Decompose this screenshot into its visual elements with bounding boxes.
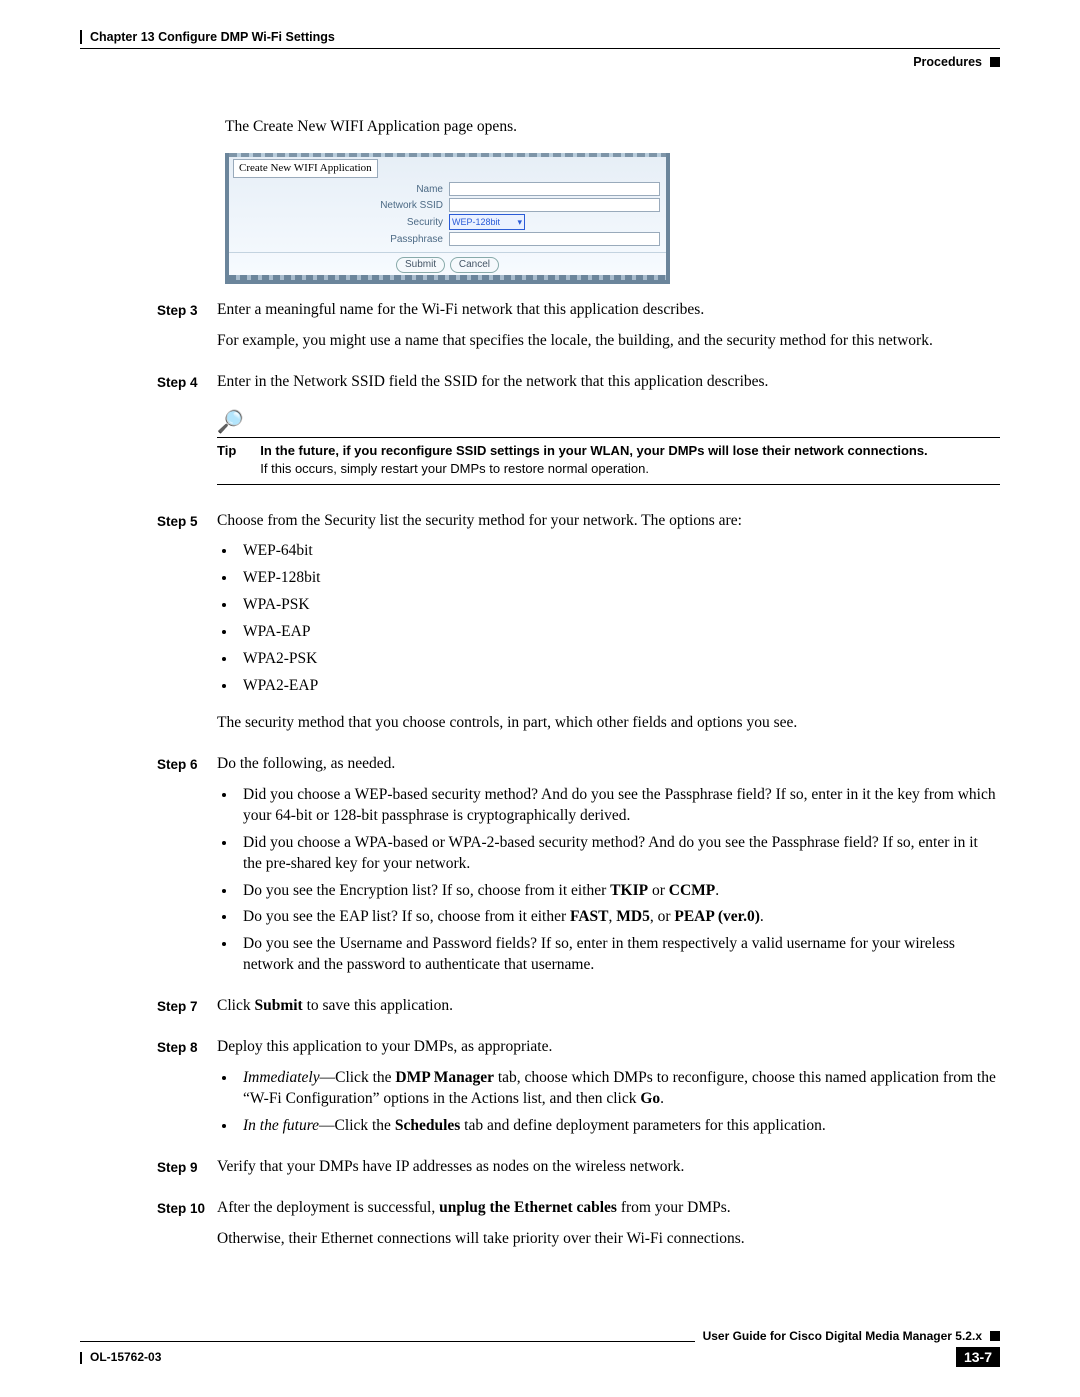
step-5-label: Step 5 <box>157 511 217 744</box>
list-item: WPA2-EAP <box>237 676 1000 697</box>
list-item: Immediately—Click the DMP Manager tab, c… <box>237 1068 1000 1110</box>
step-6-list: Did you choose a WEP-based security meth… <box>217 785 1000 976</box>
list-item: Do you see the EAP list? If so, choose f… <box>237 907 1000 928</box>
step-10-label: Step 10 <box>157 1198 217 1260</box>
page-footer: User Guide for Cisco Digital Media Manag… <box>80 1329 1000 1367</box>
chapter-title: Chapter 13 Configure DMP Wi-Fi Settings <box>90 30 335 44</box>
step-8-list: Immediately—Click the DMP Manager tab, c… <box>217 1068 1000 1137</box>
step-3-label: Step 3 <box>157 300 217 362</box>
field-ssid[interactable] <box>449 198 660 212</box>
security-options-list: WEP-64bit WEP-128bit WPA-PSK WPA-EAP WPA… <box>217 541 1000 697</box>
select-security[interactable]: WEP-128bit ▾ <box>449 214 525 230</box>
label-name: Name <box>235 183 445 197</box>
form-tab-title: Create New WIFI Application <box>233 159 378 178</box>
list-item: Did you choose a WEP-based security meth… <box>237 785 1000 827</box>
step-5-p1: Choose from the Security list the securi… <box>217 511 1000 532</box>
step-9-label: Step 9 <box>157 1157 217 1188</box>
wifi-form-screenshot: Create New WIFI Application Name Network… <box>225 153 670 283</box>
list-item: Do you see the Encryption list? If so, c… <box>237 881 1000 902</box>
label-security: Security <box>235 216 445 230</box>
chevron-down-icon: ▾ <box>517 216 522 228</box>
doc-id: OL-15762-03 <box>90 1350 161 1364</box>
intro-text: The Create New WIFI Application page ope… <box>225 117 1000 138</box>
step-3-p1: Enter a meaningful name for the Wi-Fi ne… <box>217 300 1000 321</box>
section-marker-icon <box>990 57 1000 67</box>
label-passphrase: Passphrase <box>235 233 445 247</box>
submit-button[interactable]: Submit <box>396 257 445 273</box>
step-6-label: Step 6 <box>157 754 217 986</box>
tip-icon: 🔍 <box>217 411 244 433</box>
chapter-header: Chapter 13 Configure DMP Wi-Fi Settings <box>80 30 1000 44</box>
field-name[interactable] <box>449 182 660 196</box>
step-7-label: Step 7 <box>157 996 217 1027</box>
list-item: Did you choose a WPA-based or WPA-2-base… <box>237 833 1000 875</box>
list-item: In the future—Click the Schedules tab an… <box>237 1116 1000 1137</box>
step-8-label: Step 8 <box>157 1037 217 1147</box>
field-passphrase[interactable] <box>449 232 660 246</box>
step-10-p2: Otherwise, their Ethernet connections wi… <box>217 1229 1000 1250</box>
step-8-p1: Deploy this application to your DMPs, as… <box>217 1037 1000 1058</box>
list-item: Do you see the Username and Password fie… <box>237 934 1000 976</box>
list-item: WEP-128bit <box>237 568 1000 589</box>
tip-label: Tip <box>217 442 236 477</box>
list-item: WPA-EAP <box>237 622 1000 643</box>
list-item: WEP-64bit <box>237 541 1000 562</box>
guide-title: User Guide for Cisco Digital Media Manag… <box>703 1329 982 1343</box>
tip-block: 🔍 Tip In the future, if you reconfigure … <box>217 411 1000 485</box>
list-item: WPA-PSK <box>237 595 1000 616</box>
tip-bold: In the future, if you reconfigure SSID s… <box>260 443 927 458</box>
section-name: Procedures <box>913 55 982 69</box>
step-4-p1: Enter in the Network SSID field the SSID… <box>217 372 1000 393</box>
section-header: Procedures <box>80 48 1000 69</box>
step-4-label: Step 4 <box>157 372 217 493</box>
tip-plain: If this occurs, simply restart your DMPs… <box>260 461 649 476</box>
step-3-p2: For example, you might use a name that s… <box>217 331 1000 352</box>
step-9-p1: Verify that your DMPs have IP addresses … <box>217 1157 1000 1178</box>
step-7-text: Click Submit to save this application. <box>217 996 1000 1017</box>
page-number: 13-7 <box>956 1347 1000 1367</box>
footer-marker-icon <box>990 1331 1000 1341</box>
step-6-p1: Do the following, as needed. <box>217 754 1000 775</box>
cancel-button[interactable]: Cancel <box>450 257 499 273</box>
label-ssid: Network SSID <box>235 199 445 213</box>
step-5-p2: The security method that you choose cont… <box>217 713 1000 734</box>
list-item: WPA2-PSK <box>237 649 1000 670</box>
step-10-p1: After the deployment is successful, unpl… <box>217 1198 1000 1219</box>
